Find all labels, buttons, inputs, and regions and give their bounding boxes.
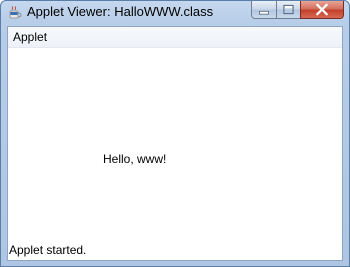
title-bar[interactable]: Applet Viewer: HalloWWW.class: [1, 1, 349, 25]
close-button[interactable]: [300, 1, 344, 19]
minimize-button[interactable]: [251, 1, 277, 19]
status-bar: Applet started.: [8, 240, 342, 260]
applet-message: Hello, www!: [103, 152, 167, 166]
maximize-button[interactable]: [276, 1, 301, 19]
maximize-icon: [283, 4, 294, 15]
menu-bar: Applet: [8, 27, 342, 48]
applet-viewer-window: Applet Viewer: HalloWWW.class Applet Hel…: [0, 0, 350, 267]
menu-applet[interactable]: Applet: [13, 30, 47, 44]
java-coffee-icon: [9, 6, 22, 19]
applet-panel[interactable]: Hello, www!: [8, 48, 342, 240]
status-text: Applet started.: [9, 243, 87, 257]
close-icon: [316, 3, 328, 16]
window-title: Applet Viewer: HalloWWW.class: [27, 4, 214, 19]
minimize-icon: [259, 10, 269, 15]
client-area: Applet Hello, www! Applet started.: [7, 26, 343, 261]
